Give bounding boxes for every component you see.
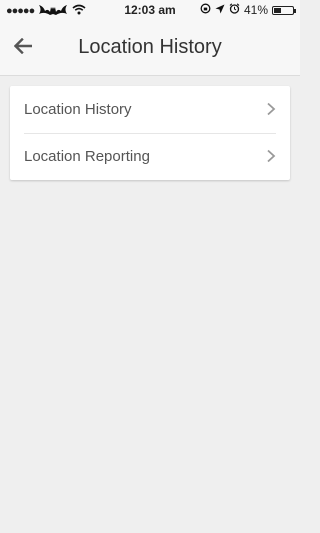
location-history-item[interactable]: Location History [10, 86, 290, 133]
chevron-right-icon [264, 149, 278, 163]
location-reporting-item[interactable]: Location Reporting [10, 133, 290, 180]
battery-fill [274, 7, 282, 13]
battery-icon [272, 5, 296, 15]
location-history-label: Location History [24, 101, 132, 118]
battery-percent: 41% [243, 3, 268, 17]
settings-card: Location History Location Reporting [10, 86, 290, 180]
chevron-right-icon [264, 102, 278, 116]
app-bar: Location History [0, 20, 300, 76]
page-title: Location History [78, 36, 222, 58]
rotation-lock-icon [200, 3, 211, 17]
location-reporting-label: Location Reporting [24, 148, 150, 165]
status-bar: ●●●●● 12:03 am 41% [0, 0, 300, 20]
location-arrow-icon [215, 3, 225, 17]
alarm-icon [229, 3, 240, 17]
status-right: 41% [200, 3, 296, 17]
